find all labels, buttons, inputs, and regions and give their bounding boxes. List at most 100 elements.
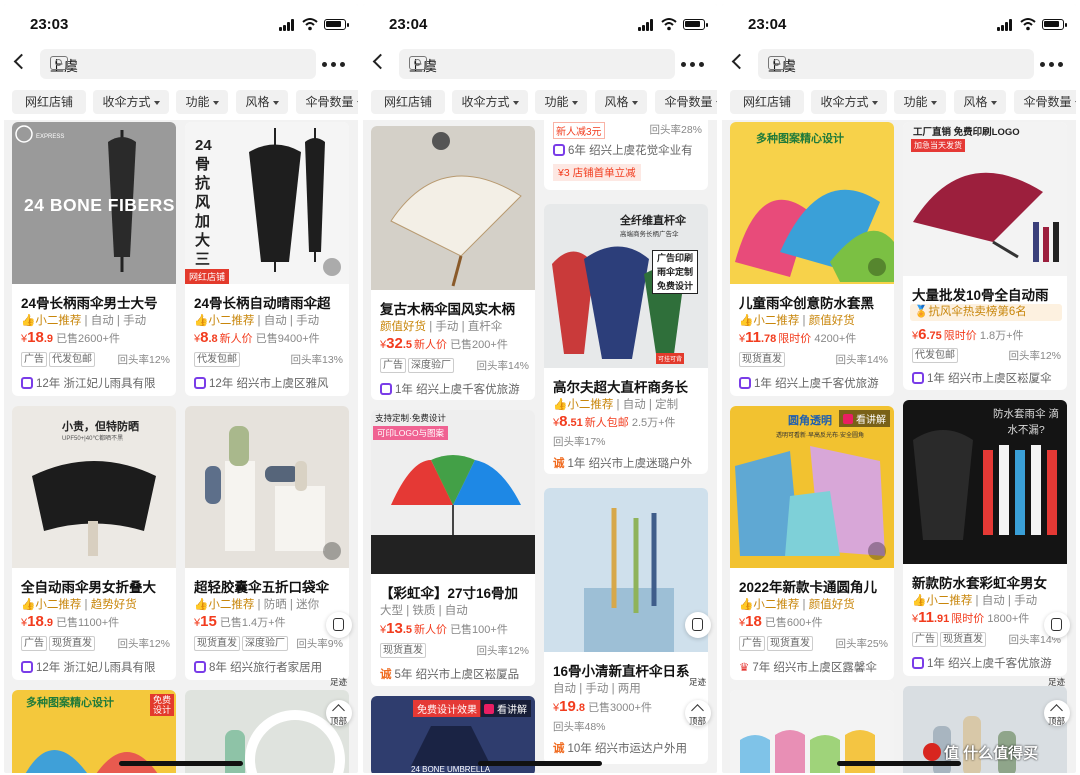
filter-label: 伞骨数量 [305, 95, 354, 109]
product-card[interactable]: 复古木柄伞国风实木柄 颜值好货 | 手动 | 直杆伞 ¥32.5 新人价 已售20… [371, 126, 535, 400]
more-menu-icon[interactable] [681, 62, 705, 68]
more-menu-icon[interactable] [1040, 62, 1064, 68]
ad-label: 广告 [380, 358, 406, 373]
similar-search-icon[interactable] [323, 258, 341, 276]
shop-row[interactable]: 诚 1年 绍兴市上虞迷璐户外 [553, 455, 705, 471]
product-image: EXPRESS 24 BONE FIBERS [12, 122, 176, 284]
meta-row: 代发包邮 回头率13% [194, 352, 343, 367]
filter-function[interactable]: 功能 [535, 90, 587, 114]
filter-ribs[interactable]: 伞骨数量 [296, 90, 358, 114]
product-card[interactable]: 超轻胶囊伞五折口袋伞 👍小二推荐 | 防晒 | 迷你 ¥15 已售1.4万+件 … [185, 406, 349, 680]
filter-ribs[interactable]: 伞骨数量 [1014, 90, 1076, 114]
image-headline: 防水套雨伞 滴水不漏? [993, 408, 1059, 436]
tag: 趋势好货 [90, 599, 137, 611]
footprint-label[interactable]: 足迹 [330, 676, 347, 688]
shop-row[interactable]: 8年 绍兴旅行者家居用 [194, 659, 346, 675]
search-input[interactable]: 上虞 [758, 49, 1034, 79]
product-card[interactable]: 圆角透明 透明可看新·早高反光布·安全圆角 看讲解 2022年新款卡通圆角儿 👍… [730, 406, 894, 680]
product-card[interactable]: 多种图案精心设计 儿童雨伞创意防水套黑 👍小二推荐 | 颜值好货 ¥11.78 限… [730, 122, 894, 396]
back-arrow-icon[interactable] [13, 53, 30, 70]
product-feed: EXPRESS 24 BONE FIBERS 24骨长柄雨伞男士大号 👍小二推荐… [4, 120, 358, 773]
product-card[interactable]: 新人减3元 回头率28% 6年 绍兴上虞花觉伞业有 ¥3 店铺首单立减 [544, 120, 708, 190]
similar-search-icon[interactable] [868, 542, 886, 560]
shop-row[interactable]: 12年 绍兴市上虞区雅风 [194, 375, 346, 391]
filter-function[interactable]: 功能 [176, 90, 228, 114]
coupon-badge[interactable]: ¥3 店铺首单立减 [553, 164, 641, 181]
shop-row[interactable]: 1年 绍兴上虞千客优旅游 [380, 381, 532, 397]
shop-row[interactable]: ♛ 7年 绍兴市上虞区露馨伞 [739, 659, 891, 675]
price-decimal: .51 [567, 417, 583, 429]
product-card[interactable]: 防水套雨伞 滴水不漏? 新款防水套彩虹伞男女 👍小二推荐 | 自动 | 手动 ¥… [903, 400, 1067, 676]
product-card[interactable]: 全纤维直杆伞 高端商务长柄广告伞 广告印刷 雨伞定制 免费设计 可挂可背 高尔夫超大… [544, 204, 708, 474]
signal-icon [997, 19, 1015, 31]
service-badge: 现货直发 [49, 636, 95, 651]
limited-price: 限时价 [951, 613, 985, 625]
footprint-label[interactable]: 足迹 [1048, 676, 1065, 688]
filter-folding[interactable]: 收伞方式 [452, 90, 528, 114]
shop-row[interactable]: 12年 浙江妃儿雨具有限 [21, 659, 173, 675]
filter-folding[interactable]: 收伞方式 [811, 90, 887, 114]
filter-style[interactable]: 风格 [954, 90, 1006, 114]
product-card[interactable]: 小贵，但特防晒 UPF50+|40℃都晒不黑 全自动雨伞男女折叠大 👍小二推荐 … [12, 406, 176, 680]
product-card[interactable]: 支持定制·免费设计 可印LOGO与图案 【彩虹伞】27寸16骨加 大型 | 铁质… [371, 410, 535, 686]
price: 18 [27, 329, 44, 346]
shop-row[interactable]: 6年 绍兴上虞花觉伞业有 [553, 142, 705, 158]
shop-row[interactable]: 1年 绍兴市上虞区崧厦伞 [912, 370, 1064, 386]
product-image: 支持定制·免费设计 可印LOGO与图案 [371, 410, 535, 574]
watch-explain-button[interactable]: 看讲解 [839, 410, 890, 427]
image-subline: 可印LOGO与图案 [373, 426, 449, 440]
shop-row[interactable]: 诚 10年 绍兴市运达户外用 [553, 740, 705, 756]
product-card[interactable]: 24骨抗风加大三人 网红店铺 24骨长柄自动晴雨伞超 👍小二推荐 | 自动 | … [185, 122, 349, 396]
filter-style[interactable]: 风格 [236, 90, 288, 114]
back-arrow-icon[interactable] [731, 53, 748, 70]
product-card[interactable]: 工厂直销 免费印刷LOGO 加急当天发货 大量批发10骨全自动雨 🏅抗风伞热卖榜… [903, 122, 1067, 390]
back-arrow-icon[interactable] [372, 53, 389, 70]
rank-badge[interactable]: 🏅抗风伞热卖榜第6名 [910, 304, 1062, 321]
promo-badge: 新人减3元 [553, 122, 605, 139]
product-tags: 大型 | 铁质 | 自动 [380, 605, 468, 617]
price-decimal: .78 [760, 333, 777, 345]
search-input[interactable]: 上虞 [40, 49, 316, 79]
product-image [185, 406, 349, 568]
similar-search-icon[interactable] [868, 258, 886, 276]
filter-ribs[interactable]: 伞骨数量 [655, 90, 717, 114]
price: 15 [200, 613, 217, 630]
filter-style[interactable]: 风格 [595, 90, 647, 114]
ad-label: 广告 [739, 636, 765, 651]
note-button[interactable] [685, 612, 711, 638]
shop-row[interactable]: 1年 绍兴上虞千客优旅游 [739, 375, 891, 391]
shop-row[interactable]: 1年 绍兴上虞千客优旅游 [912, 655, 1064, 671]
product-title: 2022年新款卡通圆角儿 [739, 580, 878, 595]
filter-label: 网红店铺 [383, 95, 432, 109]
price-decimal: .9 [43, 333, 53, 345]
more-menu-icon[interactable] [322, 62, 346, 68]
filter-function[interactable]: 功能 [894, 90, 946, 114]
similar-search-icon[interactable] [323, 542, 341, 560]
camera-icon[interactable] [768, 56, 786, 70]
phone-2: 23:04 上虞 网红店铺 收伞方式 功能 风格 伞骨数量 复古木柄伞国风实木柄… [363, 4, 717, 773]
shop-years: 7年 [752, 662, 771, 674]
filter-hot-shop[interactable]: 网红店铺 [371, 90, 445, 114]
camera-icon[interactable] [409, 56, 427, 70]
filter-hot-shop[interactable]: 网红店铺 [12, 90, 86, 114]
footprint-label[interactable]: 足迹 [689, 676, 706, 688]
search-input[interactable]: 上虞 [399, 49, 675, 79]
shop-years: 12年 [36, 378, 61, 390]
shop-row[interactable]: 12年 浙江妃儿雨具有限 [21, 375, 173, 391]
box-line: 免费设计 [656, 281, 693, 291]
ad-label: 广告 [912, 632, 938, 647]
note-button[interactable] [1044, 612, 1070, 638]
product-title: 全自动雨伞男女折叠大 [21, 580, 156, 595]
shop-row[interactable]: 诚 5年 绍兴市上虞区崧厦品 [380, 666, 532, 682]
meta-row: 广告 代发包邮 回头率12% [21, 352, 170, 367]
dropdown-icon [631, 100, 638, 105]
product-card[interactable]: 16骨小清新直杆伞日系 自动 | 手动 | 两用 ¥19.8 已售3000+件 … [544, 488, 708, 764]
tag: 颜值好货 [380, 321, 426, 333]
filter-hot-shop[interactable]: 网红店铺 [730, 90, 804, 114]
signal-icon [638, 19, 656, 31]
note-button[interactable] [326, 612, 352, 638]
filter-folding[interactable]: 收伞方式 [93, 90, 169, 114]
filter-label: 功能 [544, 95, 569, 109]
product-card[interactable]: EXPRESS 24 BONE FIBERS 24骨长柄雨伞男士大号 👍小二推荐… [12, 122, 176, 396]
camera-icon[interactable] [50, 56, 68, 70]
